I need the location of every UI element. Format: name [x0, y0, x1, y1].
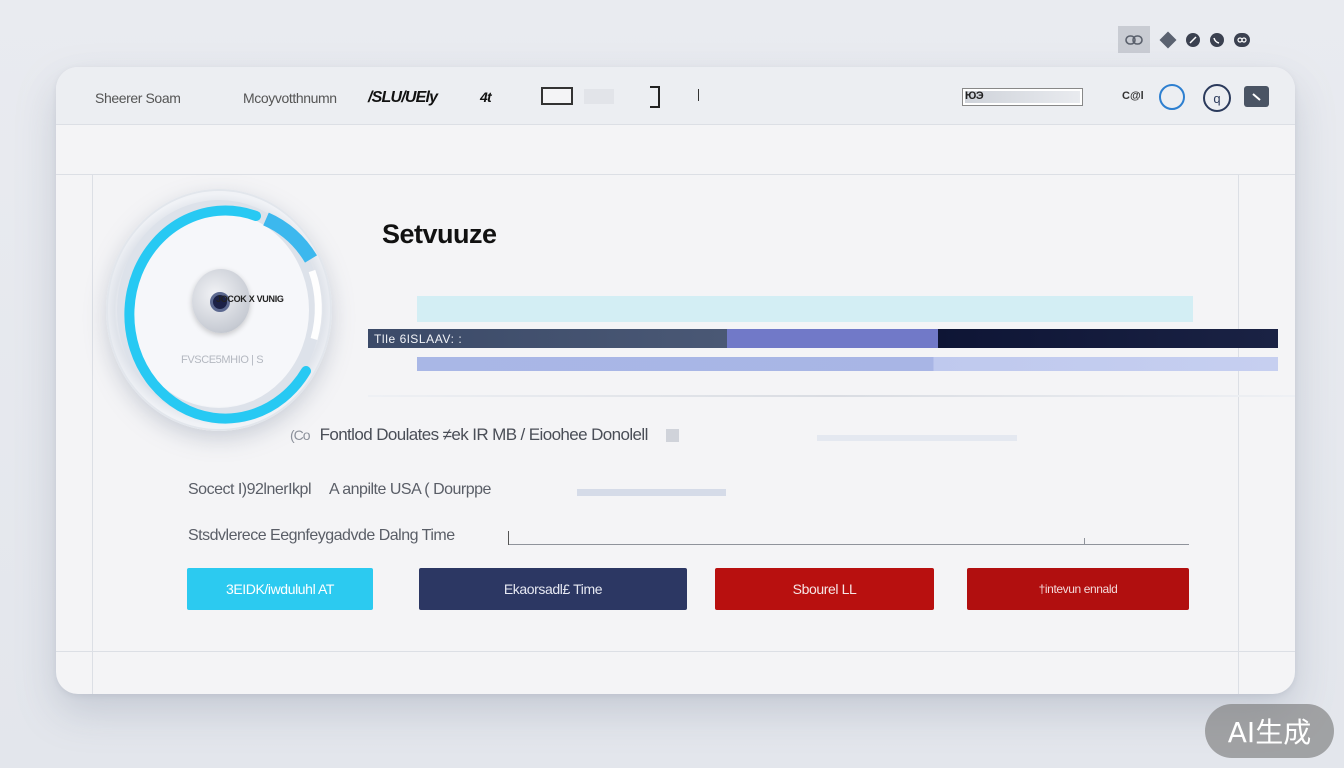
menu-item-4[interactable]: 4t	[480, 89, 492, 105]
pen-icon[interactable]	[1186, 32, 1200, 47]
menu-item-2[interactable]: Mcoyvotthnumn	[243, 90, 337, 106]
system-tray	[1118, 26, 1250, 53]
window-icon[interactable]	[541, 87, 573, 105]
ring-caption: FVSCE5MHIO | S	[181, 354, 264, 366]
danger-action-button-2[interactable]: †intevun ennald	[967, 568, 1189, 610]
edit-button[interactable]	[1244, 86, 1269, 107]
tab-placeholder[interactable]	[584, 89, 614, 104]
status-bar-label: Tlle 6lSLAAV: :	[374, 332, 463, 346]
menu-item-1[interactable]: Sheerer Soam	[95, 90, 181, 106]
footer-divider	[56, 651, 1295, 652]
arrow-icon	[1251, 92, 1261, 101]
disk-usage-ring: JOCOK X VUNIG FVSCE5MHIO | S	[106, 189, 332, 431]
help-button[interactable]: q	[1203, 84, 1231, 112]
circle-button[interactable]	[1159, 84, 1185, 110]
time-input-field[interactable]	[508, 531, 1189, 545]
bracket-icon[interactable]	[650, 86, 660, 108]
primary-action-button[interactable]: 3EIDK/iwduluhl AT	[187, 568, 373, 610]
details-row-1-text: Fontlod Doulates ≠ek IR MB / Eioohee Don…	[319, 425, 649, 444]
help-glyph: q	[1213, 90, 1221, 106]
toolbar-progress: ЮЭ	[962, 88, 1083, 106]
chip-icon	[665, 428, 679, 442]
toolbar-status-label: C@l	[1122, 90, 1144, 102]
usage-bar-light	[417, 296, 1193, 322]
details-row-2: Socect I)92lnerIkpl A anpilte USA ( Dour…	[188, 481, 491, 499]
details-row-3-label: Stsdvlerece Eegnfeygadvde Dalng Time	[188, 527, 455, 544]
sub-toolbar	[56, 125, 1295, 175]
ai-generated-watermark: AI生成	[1205, 704, 1334, 758]
details-row-2-bar	[577, 489, 726, 496]
usage-bar-segmented: Tlle 6lSLAAV: :	[368, 329, 1278, 348]
phone-icon[interactable]	[1210, 32, 1224, 47]
infinity-icon[interactable]	[1234, 32, 1250, 47]
details-row-2-left: Socect I)92lnerIkpl	[188, 481, 312, 498]
danger-action-button[interactable]: Sbourel LL	[715, 568, 934, 610]
cursor-icon	[698, 89, 699, 101]
menu-item-3[interactable]: /SLU/UEly	[368, 89, 438, 107]
toggle-icon[interactable]: (Co	[290, 427, 311, 443]
main-window: Sheerer Soam Mcoyvotthnumn /SLU/UEly 4t …	[56, 67, 1295, 694]
details-row-1: (Co Fontlod Doulates ≠ek IR MB / Eioohee…	[290, 425, 679, 445]
diamond-icon[interactable]	[1159, 31, 1177, 48]
section-divider	[368, 395, 1295, 397]
page-title: Setvuuze	[382, 219, 497, 249]
link-icon[interactable]	[1118, 26, 1150, 53]
toolbar-progress-label: ЮЭ	[965, 90, 984, 102]
toolbar: Sheerer Soam Mcoyvotthnumn /SLU/UEly 4t …	[56, 67, 1295, 125]
disk-label: JOCOK X VUNIG	[216, 294, 284, 304]
usage-bar-lavender	[417, 357, 1278, 371]
details-row-2-right: A anpilte USA ( Dourppe	[329, 481, 491, 498]
secondary-action-button[interactable]: Ekaorsadl£ Time	[419, 568, 687, 610]
details-row-1-bar	[817, 435, 1017, 441]
